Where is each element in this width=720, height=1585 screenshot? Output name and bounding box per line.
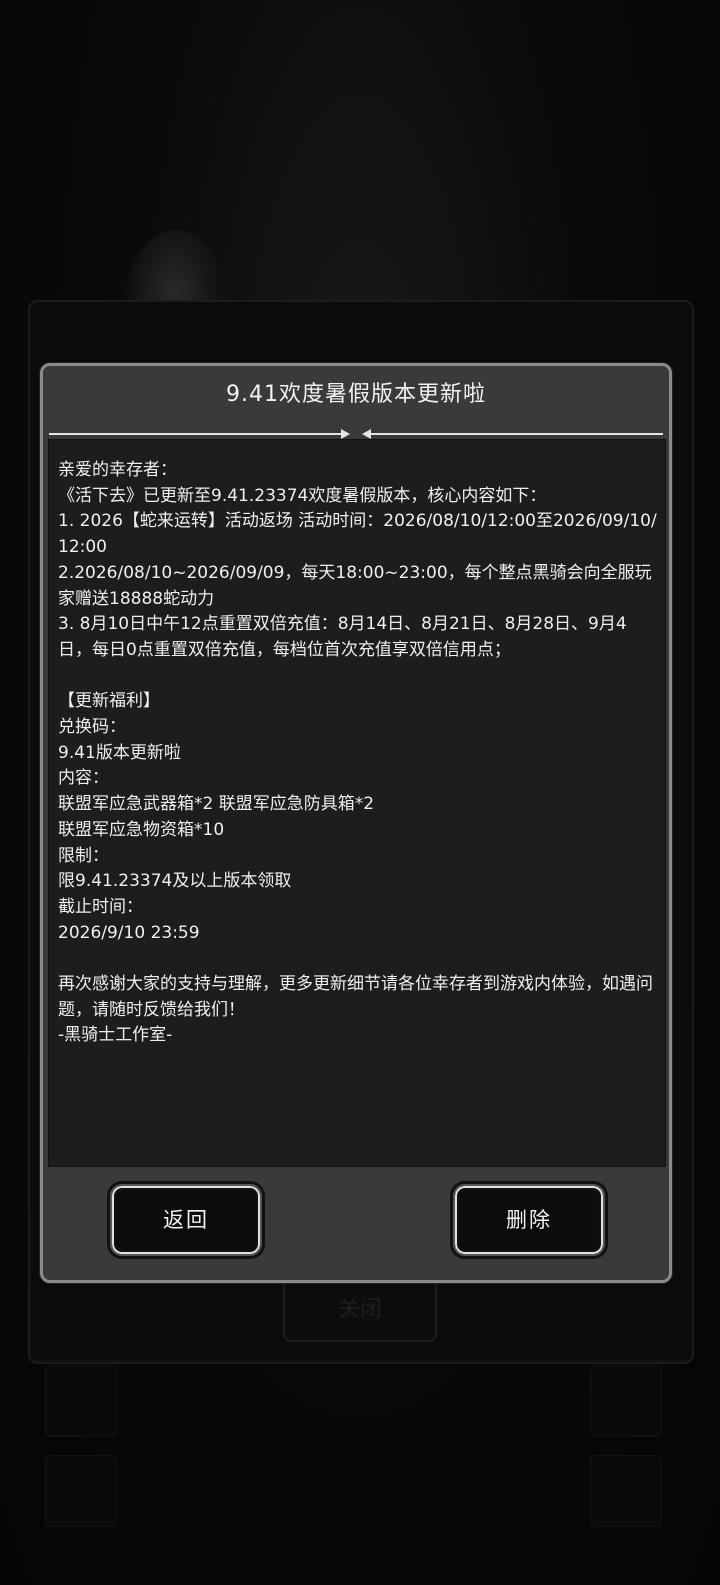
title-divider	[49, 429, 663, 439]
divider-line-left	[49, 433, 345, 435]
content-line: 截止时间：	[58, 896, 143, 917]
content-line: 联盟军应急武器箱*2 联盟军应急防具箱*2	[58, 794, 375, 815]
content-line: 2.2026/08/10~2026/09/09，每天18:00~23:00，每个…	[58, 562, 652, 609]
background-tile	[45, 1365, 117, 1437]
update-notice-dialog: 9.41欢度暑假版本更新啦 亲爱的幸存者： 《活下去》已更新至9.41.2337…	[40, 363, 672, 1283]
content-line: 【更新福利】	[58, 691, 160, 712]
notice-content[interactable]: 亲爱的幸存者： 《活下去》已更新至9.41.23374欢度暑假版本，核心内容如下…	[48, 439, 666, 1167]
content-line	[58, 946, 657, 972]
content-line: 兑换码：	[58, 717, 126, 738]
screen: 关闭 9.41欢度暑假版本更新啦 亲爱的幸存者： 《活下去》已更新至9.41.2…	[0, 0, 720, 1585]
content-line: 内容：	[58, 768, 109, 789]
content-line: 限制：	[58, 845, 109, 866]
content-line: 联盟军应急物资箱*10	[58, 819, 225, 840]
content-line	[58, 664, 657, 690]
content-line: 3. 8月10日中午12点重置双倍充值：8月14日、8月21日、8月28日、9月…	[58, 614, 627, 660]
content-line: 2026/9/10 23:59	[58, 922, 200, 943]
background-tile	[590, 1365, 662, 1437]
delete-button[interactable]: 删除	[453, 1184, 605, 1256]
background-close-button: 关闭	[283, 1278, 437, 1342]
dialog-title: 9.41欢度暑假版本更新啦	[226, 382, 486, 407]
back-button[interactable]: 返回	[110, 1184, 262, 1256]
redeem-code: 9.41版本更新啦	[58, 742, 181, 763]
background-tile	[45, 1455, 117, 1527]
content-line: 限9.41.23374及以上版本领取	[58, 871, 292, 892]
background-tile	[590, 1455, 662, 1527]
divider-line-right	[367, 433, 663, 435]
content-line: 亲爱的幸存者：	[58, 460, 177, 480]
content-line: 再次感谢大家的支持与理解，更多更新细节请各位幸存者到游戏内体验，如遇问题，请随时…	[58, 974, 653, 1020]
arrow-right-icon	[341, 429, 350, 439]
content-line: -黑骑士工作室-	[58, 1025, 173, 1046]
content-line: 《活下去》已更新至9.41.23374欢度暑假版本，核心内容如下：	[58, 485, 547, 506]
content-line: 1. 2026【蛇来运转】活动返场 活动时间：2026/08/10/12:00至…	[58, 511, 657, 558]
